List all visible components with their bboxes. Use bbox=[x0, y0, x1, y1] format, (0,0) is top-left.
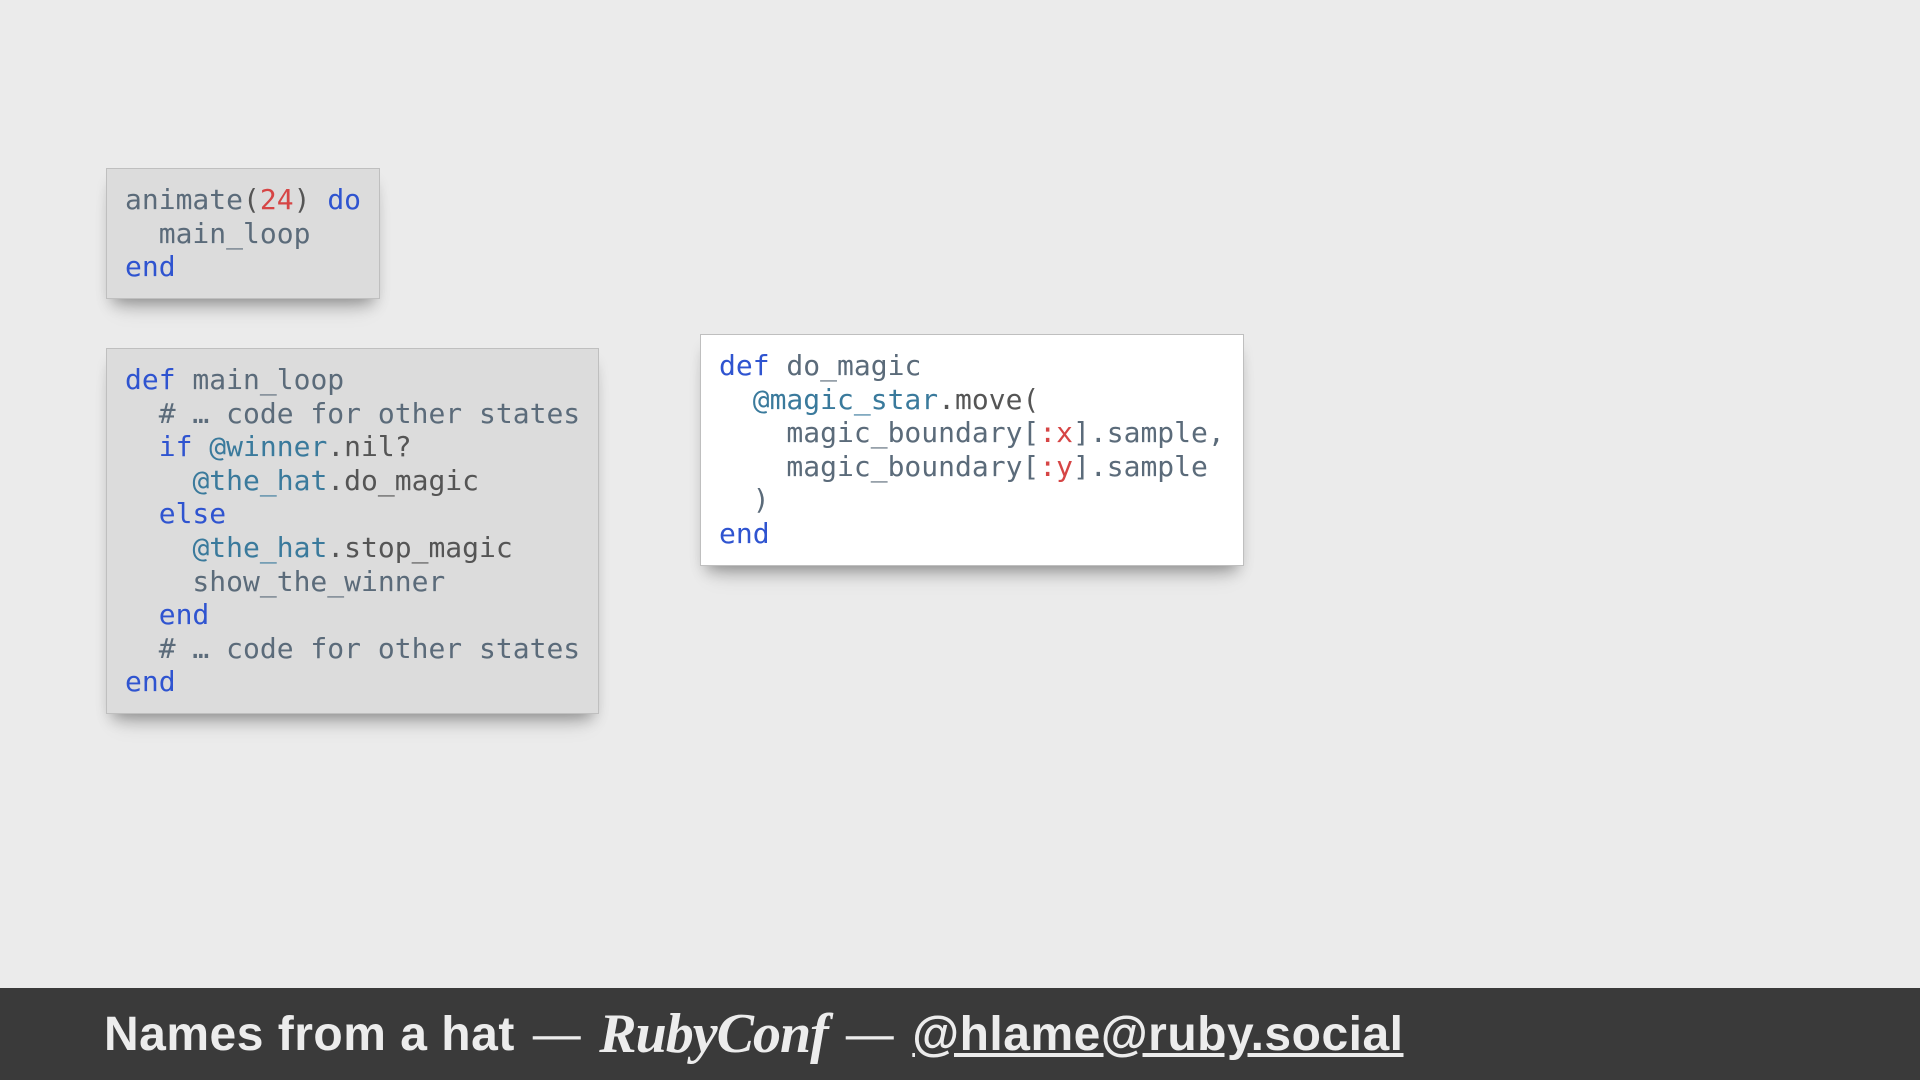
footer-bar: Names from a hat — RubyConf — @hlame@rub… bbox=[0, 988, 1920, 1080]
footer-dash: — bbox=[846, 1007, 895, 1062]
footer-dash: — bbox=[533, 1007, 582, 1062]
footer-handle: @hlame@ruby.social bbox=[912, 1007, 1403, 1062]
code-block-main-loop: def main_loop # … code for other states … bbox=[106, 348, 599, 714]
slide: animate(24) do main_loop end def main_lo… bbox=[0, 0, 1920, 1080]
footer-logo: RubyConf bbox=[599, 1002, 828, 1066]
footer-title: Names from a hat bbox=[104, 1007, 515, 1062]
code-block-animate: animate(24) do main_loop end bbox=[106, 168, 380, 299]
code-block-do-magic: def do_magic @magic_star.move( magic_bou… bbox=[700, 334, 1244, 566]
